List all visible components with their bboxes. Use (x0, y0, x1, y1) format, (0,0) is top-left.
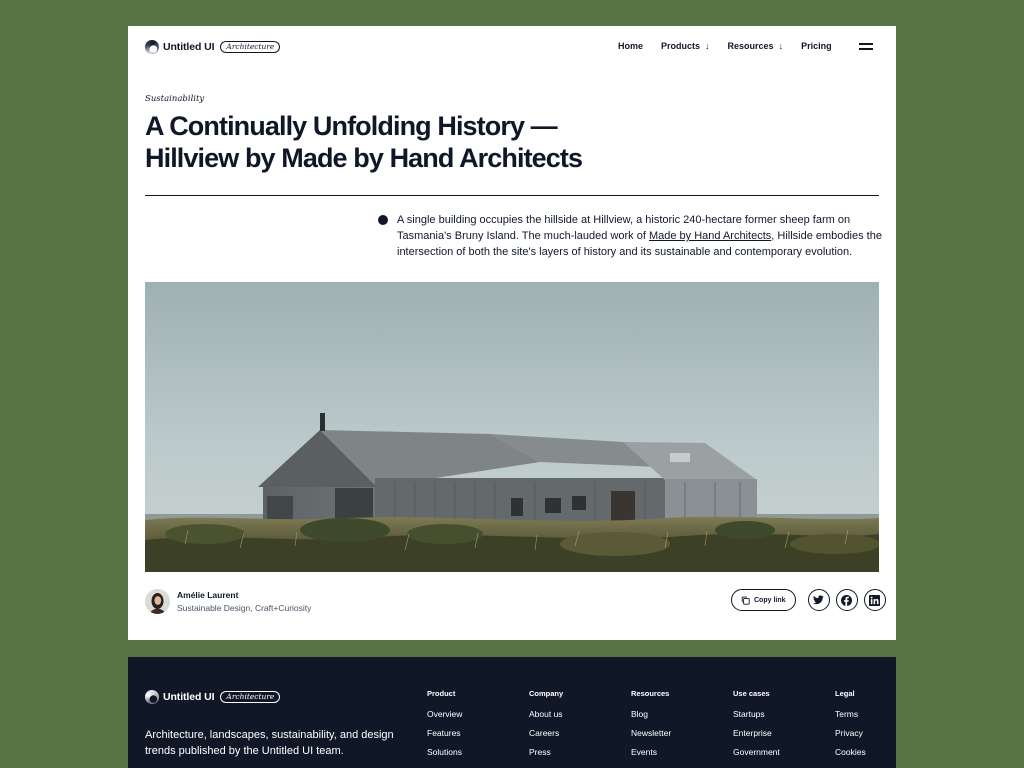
footer-column-resources: Resources Blog Newsletter Events (631, 689, 671, 766)
article-title: A Continually Unfolding History — Hillvi… (145, 111, 583, 173)
nav-pricing[interactable]: Pricing (801, 41, 832, 51)
footer-column-company: Company About us Careers Press (529, 689, 563, 766)
architect-link[interactable]: Made by Hand Architects (649, 230, 771, 242)
footer-link[interactable]: Startups (733, 709, 780, 719)
footer-column-title: Product (427, 689, 456, 698)
nav-products-label: Products (661, 41, 701, 51)
site-footer: Untitled UI Architecture Architecture, l… (128, 657, 896, 768)
article-category: Sustainability (145, 94, 205, 104)
footer-link[interactable]: Features (427, 728, 462, 738)
footer-column-product: Product Overview Features Solutions (427, 689, 462, 766)
logo-name: Untitled UI (163, 691, 215, 703)
article-lead: A single building occupies the hillside … (397, 212, 887, 260)
footer-link[interactable]: Government (733, 747, 780, 757)
logo-mark-icon (145, 40, 159, 54)
nav-home[interactable]: Home (618, 41, 643, 51)
nav-resources[interactable]: Resources ↓ (728, 41, 784, 51)
footer-column-title: Use cases (733, 689, 770, 698)
footer-link[interactable]: Privacy (835, 728, 866, 738)
copy-icon (741, 596, 750, 605)
arrow-down-icon: ↓ (778, 41, 784, 51)
logo-tag: Architecture (220, 690, 281, 704)
footer-link[interactable]: About us (529, 709, 563, 719)
nav-home-label: Home (618, 41, 644, 51)
author-name: Amélie Laurent (177, 590, 239, 600)
hero-image-illustration (145, 282, 879, 572)
header-logo[interactable]: Untitled UI Architecture (145, 40, 281, 54)
logo-mark-icon (145, 690, 159, 704)
footer-link[interactable]: Cookies (835, 747, 866, 757)
bullet-dot-icon (378, 215, 388, 225)
nav-pricing-label: Pricing (801, 41, 832, 51)
footer-blurb: Architecture, landscapes, sustainability… (145, 729, 394, 757)
footer-link[interactable]: Careers (529, 728, 563, 738)
main-nav: Home Products ↓ Resources ↓ Pricing (618, 41, 850, 51)
footer-column-legal: Legal Terms Privacy Cookies (835, 689, 866, 766)
logo-name: Untitled UI (163, 41, 215, 53)
footer-column-use-cases: Use cases Startups Enterprise Government (733, 689, 780, 766)
hero-image (145, 282, 879, 572)
facebook-icon (841, 594, 853, 606)
footer-column-title: Legal (835, 689, 855, 698)
twitter-share-button[interactable] (807, 589, 830, 611)
linkedin-icon (869, 594, 881, 606)
author-role: Sustainable Design, Craft+Curiosity (177, 603, 312, 613)
linkedin-share-button[interactable] (863, 589, 886, 611)
facebook-share-button[interactable] (835, 589, 858, 611)
footer-column-title: Company (529, 689, 564, 698)
avatar[interactable] (145, 589, 170, 614)
avatar-portrait (145, 589, 170, 614)
footer-link[interactable]: Blog (631, 709, 671, 719)
logo-tag: Architecture (220, 40, 281, 54)
twitter-icon (813, 595, 824, 605)
footer-link[interactable]: Events (631, 747, 671, 757)
footer-logo[interactable]: Untitled UI Architecture (145, 690, 281, 704)
footer-link[interactable]: Terms (835, 709, 866, 719)
footer-link[interactable]: Overview (427, 709, 462, 719)
nav-resources-label: Resources (727, 41, 774, 51)
copy-link-button[interactable]: Copy link (731, 589, 796, 611)
footer-link[interactable]: Newsletter (631, 728, 671, 738)
copy-link-label: Copy link (754, 596, 786, 604)
footer-link[interactable]: Enterprise (733, 728, 780, 738)
divider (145, 195, 879, 196)
share-actions: Copy link (731, 589, 886, 611)
footer-link[interactable]: Solutions (427, 747, 462, 757)
nav-products[interactable]: Products ↓ (661, 41, 710, 51)
arrow-down-icon: ↓ (705, 41, 710, 51)
footer-column-title: Resources (631, 689, 670, 698)
hamburger-menu-icon[interactable] (859, 43, 873, 50)
author-block: Amélie Laurent Sustainable Design, Craft… (145, 589, 311, 614)
footer-link[interactable]: Press (529, 747, 563, 757)
